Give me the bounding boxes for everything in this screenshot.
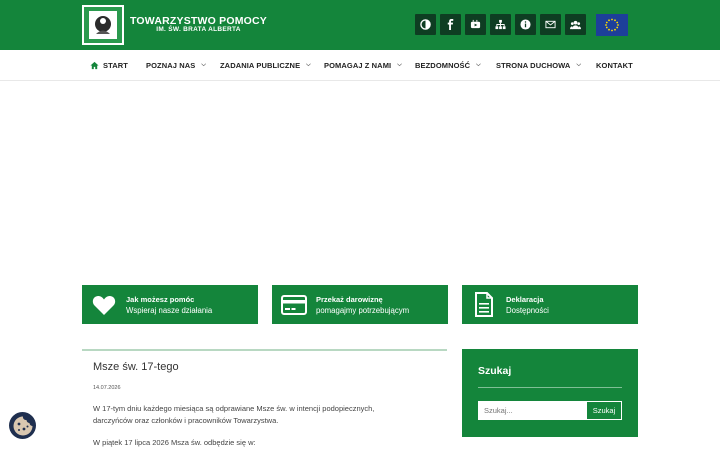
chevron-down-icon: ⌵ [306, 62, 311, 68]
search-input[interactable] [478, 401, 586, 420]
card-subtitle: Dostępności [506, 305, 549, 315]
feature-cards: Jak możesz pomóc Wspieraj nasze działani… [82, 285, 638, 324]
nav-item-pomagaj-z-nami[interactable]: POMAGAJ Z NAMI ⌵ [324, 50, 402, 81]
donation-card[interactable]: Przekaż darowiznę pomagajmy potrzebujący… [272, 285, 448, 324]
chevron-down-icon: ⌵ [397, 62, 402, 68]
logo-emblem-icon [82, 5, 124, 45]
eu-flag-icon[interactable] [596, 14, 628, 36]
youtube-icon[interactable] [465, 14, 486, 35]
sitemap-icon[interactable] [490, 14, 511, 35]
card-subtitle: Wspieraj nasze działania [126, 305, 213, 315]
nav-item-label: START [103, 61, 128, 70]
document-icon [462, 292, 506, 317]
card-title: Przekaż darowiznę [316, 294, 383, 304]
chevron-down-icon: ⌵ [576, 62, 582, 68]
home-icon [90, 61, 99, 70]
card-subtitle: pomagajmy potrzebującym [316, 305, 410, 315]
info-icon[interactable] [515, 14, 536, 35]
accessibility-card[interactable]: Deklaracja Dostępności [462, 285, 638, 324]
divider [478, 387, 622, 388]
search-button[interactable]: Szukaj [586, 401, 622, 420]
article-date: 14.07.2026 [93, 385, 121, 391]
chevron-down-icon: ⌵ [476, 62, 481, 68]
nav-item-label: BEZDOMNOŚĆ [415, 61, 471, 70]
search-widget: Szukaj Szukaj [462, 349, 638, 437]
nav-item-zadania-publiczne[interactable]: ZADANIA PUBLICZNE ⌵ [220, 50, 311, 81]
article-paragraph: W 17-tym dniu każdego miesiąca są odpraw… [93, 404, 375, 425]
cookie-icon [13, 416, 33, 435]
nav-item-label: STRONA DUCHOWA [496, 61, 571, 70]
mail-icon[interactable] [540, 14, 561, 35]
nav-item-start[interactable]: START [90, 50, 128, 81]
nav-item-strona-duchowa[interactable]: STRONA DUCHOWA ⌵ [496, 50, 581, 81]
chevron-down-icon: ⌵ [201, 62, 206, 68]
card-title: Deklaracja [506, 294, 544, 304]
article-title[interactable]: Msze św. 17-tego [93, 361, 179, 373]
nav-item-label: POZNAJ NAS [146, 61, 196, 70]
card-title: Jak możesz pomóc [126, 294, 195, 304]
facebook-icon[interactable] [440, 14, 461, 35]
cookie-settings-button[interactable] [9, 412, 36, 439]
nav-item-poznaj-nas[interactable]: POZNAJ NAS ⌵ [146, 50, 206, 81]
news-article: Msze św. 17-tego 14.07.2026 W 17-tym dni… [82, 349, 447, 459]
main-navigation: START POZNAJ NAS ⌵ ZADANIA PUBLICZNE ⌵ POM… [0, 50, 720, 81]
nav-item-label: ZADANIA PUBLICZNE [220, 61, 301, 70]
site-logo[interactable]: TOWARZYSTWO POMOCY IM. ŚW. BRATA ALBERTA [82, 5, 267, 45]
users-icon[interactable] [565, 14, 586, 35]
heart-icon [82, 294, 126, 316]
search-widget-title: Szukaj [478, 365, 512, 377]
logo-subtitle: IM. ŚW. BRATA ALBERTA [156, 26, 241, 34]
nav-item-label: POMAGAJ Z NAMI [324, 61, 392, 70]
nav-item-kontakt[interactable]: KONTAKT [596, 50, 633, 81]
contrast-icon[interactable] [415, 14, 436, 35]
credit-card-icon [272, 294, 316, 315]
help-card[interactable]: Jak możesz pomóc Wspieraj nasze działani… [82, 285, 258, 324]
article-paragraph: W piątek 17 lipca 2026 Msza św. odbędzie… [93, 438, 256, 447]
nav-item-bezdomnosc[interactable]: BEZDOMNOŚĆ ⌵ [415, 50, 481, 81]
top-header-bar: TOWARZYSTWO POMOCY IM. ŚW. BRATA ALBERTA [0, 0, 720, 50]
nav-item-label: KONTAKT [596, 61, 633, 70]
